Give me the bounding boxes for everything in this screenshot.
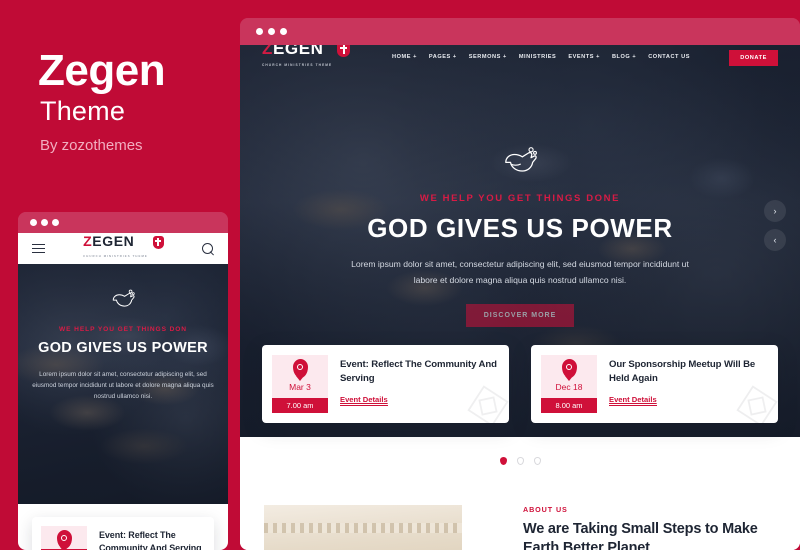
event-details-link[interactable]: Event Details bbox=[609, 395, 657, 406]
nav-item-pages[interactable]: PAGES + bbox=[429, 54, 457, 60]
window-dot-minimize[interactable] bbox=[268, 28, 275, 35]
nav-item-blog[interactable]: BLOG + bbox=[612, 54, 636, 60]
pager-dot-1[interactable] bbox=[499, 457, 507, 465]
dove-icon bbox=[505, 147, 537, 172]
event-details-link[interactable]: Event Details bbox=[340, 395, 388, 406]
nav-item-sermons[interactable]: SERMONS + bbox=[469, 54, 507, 60]
mobile-viewport: ZEGEN CHURCH MINISTRIES THEME WE HELP YO… bbox=[18, 233, 228, 550]
promo-title: Zegen bbox=[38, 46, 166, 95]
logo-text: ZEGEN CHURCH MINISTRIES THEME bbox=[262, 45, 332, 73]
mobile-browser-mockup: ZEGEN CHURCH MINISTRIES THEME WE HELP YO… bbox=[18, 212, 228, 550]
mobile-browser-chrome bbox=[18, 212, 228, 233]
event-card[interactable]: Dec 18 8.00 am Our Sponsorship Meetup Wi… bbox=[531, 345, 778, 423]
hamburger-menu-icon[interactable] bbox=[32, 241, 45, 256]
site-navbar: ZEGEN CHURCH MINISTRIES THEME HOME + PAG… bbox=[240, 45, 800, 79]
event-cards-row: Mar 3 7.00 am Event: Reflect The Communi… bbox=[240, 345, 800, 423]
window-dot-close[interactable] bbox=[30, 219, 37, 226]
nav-item-events[interactable]: EVENTS + bbox=[568, 54, 600, 60]
about-cathedral-image bbox=[264, 505, 462, 550]
event-title: Event: Reflect The Community And Serving bbox=[99, 530, 202, 550]
mobile-event-list: Mar 3 7.00 am Event: Reflect The Communi… bbox=[18, 504, 228, 550]
mobile-hero-description: Lorem ipsum dolor sit amet, consectetur … bbox=[32, 371, 214, 400]
event-date-badge: Dec 18 8.00 am bbox=[541, 355, 597, 413]
event-body: Event: Reflect The Community And Serving bbox=[87, 526, 205, 550]
window-dot-maximize[interactable] bbox=[52, 219, 59, 226]
logo-tagline: CHURCH MINISTRIES THEME bbox=[262, 63, 333, 67]
clock-pin-icon bbox=[56, 530, 72, 549]
event-time: 8.00 am bbox=[541, 398, 597, 413]
logo-tagline: CHURCH MINISTRIES THEME bbox=[83, 253, 148, 258]
site-logo[interactable]: ZEGEN CHURCH MINISTRIES THEME bbox=[262, 45, 351, 73]
donate-button[interactable]: DONATE bbox=[729, 50, 778, 66]
slider-pager bbox=[240, 457, 800, 465]
pager-dot-2[interactable] bbox=[516, 457, 524, 465]
mobile-hero-content: WE HELP YOU GET THINGS DON GOD GIVES US … bbox=[18, 264, 228, 504]
logo-word: EGEN bbox=[272, 45, 324, 58]
event-date: Dec 18 bbox=[555, 382, 583, 392]
mobile-hero-title: GOD GIVES US POWER bbox=[38, 340, 208, 356]
nav-item-home[interactable]: HOME + bbox=[392, 54, 417, 60]
hero-description: Lorem ipsum dolor sit amet, consectetur … bbox=[351, 259, 689, 285]
nav-item-contact-us[interactable]: CONTACT US bbox=[648, 54, 690, 60]
desktop-viewport: ZEGEN CHURCH MINISTRIES THEME HOME + PAG… bbox=[240, 45, 800, 550]
mobile-hero-section: WE HELP YOU GET THINGS DON GOD GIVES US … bbox=[18, 264, 228, 504]
hero-cta-button[interactable]: DISCOVER MORE bbox=[465, 304, 575, 327]
mobile-navbar: ZEGEN CHURCH MINISTRIES THEME bbox=[18, 233, 228, 264]
event-card[interactable]: Mar 3 7.00 am Event: Reflect The Communi… bbox=[32, 517, 214, 550]
clock-pin-icon bbox=[292, 359, 308, 378]
event-date: Mar 3 bbox=[289, 382, 311, 392]
pager-dot-3[interactable] bbox=[533, 457, 541, 465]
promo-subtitle: Theme bbox=[40, 96, 126, 126]
window-dot-maximize[interactable] bbox=[280, 28, 287, 35]
about-section: ABOUT US We are Taking Small Steps to Ma… bbox=[240, 490, 800, 550]
event-card[interactable]: Mar 3 7.00 am Event: Reflect The Communi… bbox=[262, 345, 509, 423]
dove-icon bbox=[112, 289, 135, 307]
cross-shield-icon bbox=[337, 45, 351, 57]
event-date-badge: Mar 3 7.00 am bbox=[272, 355, 328, 413]
about-title: We are Taking Small Steps to Make Earth … bbox=[523, 521, 758, 550]
hero-kicker: WE HELP YOU GET THINGS DONE bbox=[419, 193, 621, 204]
cross-shield-icon bbox=[152, 235, 164, 249]
logo-text: ZEGEN CHURCH MINISTRIES THEME bbox=[83, 233, 148, 263]
window-dot-minimize[interactable] bbox=[41, 219, 48, 226]
slider-next-arrow-icon[interactable]: › bbox=[764, 200, 786, 222]
desktop-browser-chrome bbox=[240, 18, 800, 45]
hero-title: GOD GIVES US POWER bbox=[367, 213, 673, 243]
nav-item-ministries[interactable]: MINISTRIES bbox=[519, 54, 557, 60]
about-text-block: ABOUT US We are Taking Small Steps to Ma… bbox=[523, 505, 778, 550]
mobile-hero-kicker: WE HELP YOU GET THINGS DON bbox=[59, 326, 187, 333]
search-icon[interactable] bbox=[202, 242, 214, 255]
event-time: 7.00 am bbox=[272, 398, 328, 413]
clock-pin-icon bbox=[561, 359, 577, 378]
main-menu: HOME + PAGES + SERMONS + MINISTRIES EVEN… bbox=[392, 54, 690, 60]
about-kicker: ABOUT US bbox=[523, 505, 568, 514]
slider-prev-arrow-icon[interactable]: ‹ bbox=[764, 229, 786, 251]
window-dot-close[interactable] bbox=[256, 28, 263, 35]
promo-author: By zozothemes bbox=[40, 137, 143, 154]
mobile-site-logo[interactable]: ZEGEN CHURCH MINISTRIES THEME bbox=[83, 233, 164, 263]
event-date-badge: Mar 3 7.00 am bbox=[41, 526, 87, 550]
logo-word: EGEN bbox=[92, 233, 135, 249]
desktop-browser-mockup: ZEGEN CHURCH MINISTRIES THEME HOME + PAG… bbox=[240, 18, 800, 550]
